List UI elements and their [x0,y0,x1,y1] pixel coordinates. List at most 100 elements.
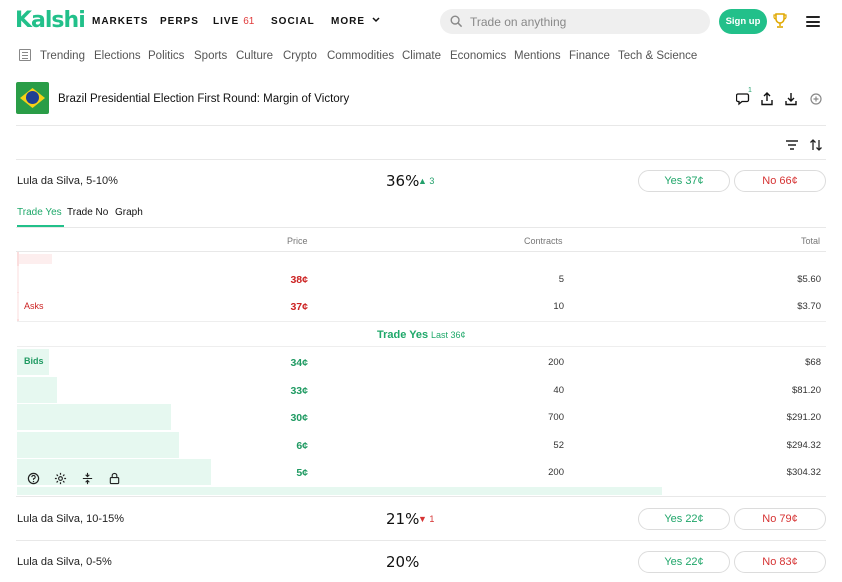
bid-row[interactable]: 5¢ 200 $304.32 [17,459,826,485]
bid-row[interactable]: 6¢ 52 $294.32 [17,431,826,458]
outcome-name: Lula da Silva, 10-15% [17,513,125,525]
buy-no-button[interactable]: No 79¢ [734,508,826,530]
outcome-percent: 21% [386,510,420,528]
chevron-down-icon [372,17,380,23]
tab-graph[interactable]: Graph [115,207,143,218]
change-indicator: ▲ 3 [418,176,435,186]
buy-no-button[interactable]: No 83¢ [734,551,826,573]
settings-gear-icon[interactable] [54,472,67,485]
buy-yes-button[interactable]: Yes 37¢ [638,170,730,192]
market-title: Brazil Presidential Election First Round… [58,93,350,105]
ask-price: 37¢ [290,301,308,313]
column-header-price: Price [287,236,308,246]
buy-yes-button[interactable]: Yes 22¢ [638,508,730,530]
clipped-ask-row [17,254,826,264]
bids-label: Bids [24,356,44,366]
nav-more[interactable]: MORE [331,16,380,27]
search-icon [450,15,463,28]
bid-contracts: 200 [548,467,564,478]
lock-icon[interactable] [108,472,121,485]
download-icon[interactable] [784,92,798,106]
category-culture[interactable]: Culture [236,50,273,62]
column-header-contracts: Contracts [524,236,563,246]
share-icon[interactable] [760,92,774,106]
depth-bar [17,266,19,292]
outcome-row[interactable]: Lula da Silva, 10-15% 21% ▼ 1 Yes 22¢ No… [0,498,842,538]
depth-bar [17,293,19,319]
search-input[interactable]: Trade on anything [440,9,710,34]
bid-contracts: 200 [548,357,564,368]
ask-row[interactable]: 37¢ 10 $3.70 [17,293,826,319]
bid-row[interactable]: 33¢ 40 $81.20 [17,376,826,403]
spread-trade-label: Trade Yes [377,329,429,341]
bid-price: 34¢ [290,357,308,369]
last-price: Last 36¢ [431,330,466,340]
list-icon[interactable] [19,49,31,61]
header-divider [16,125,826,126]
help-icon[interactable] [27,472,40,485]
kalshi-logo[interactable]: Kalshi [15,8,86,33]
menu-icon[interactable] [806,16,820,27]
bid-total: $68 [805,357,821,368]
category-economics[interactable]: Economics [450,50,506,62]
change-value: 3 [429,176,435,186]
asks-label: Asks [24,301,44,311]
sort-arrows-icon[interactable] [809,138,823,152]
comment-count: 1 [748,87,752,94]
bid-total: $294.32 [786,439,821,451]
compress-icon[interactable] [81,472,94,485]
outcome-name: Lula da Silva, 5-10% [17,175,118,187]
ask-total: $3.70 [797,301,821,312]
nav-social[interactable]: SOCIAL [271,16,315,27]
ask-price: 38¢ [290,274,308,286]
category-elections[interactable]: Elections [94,50,141,62]
sign-up-button[interactable]: Sign up [719,9,767,34]
category-commodities[interactable]: Commodities [327,50,394,62]
bid-row[interactable]: 34¢ 200 $68 [17,349,826,375]
ask-total: $5.60 [797,274,821,285]
bid-row[interactable]: 30¢ 700 $291.20 [17,404,826,430]
category-climate[interactable]: Climate [402,50,441,62]
category-sports[interactable]: Sports [194,50,227,62]
add-circle-icon[interactable] [809,92,823,106]
category-tech-science[interactable]: Tech & Science [618,50,697,62]
bid-total: $304.32 [786,467,821,478]
bid-total: $81.20 [791,384,821,396]
outcome-percent: 20% [386,553,420,571]
top-navigation-bar: Kalshi MARKETS PERPS LIVE 61 SOCIAL MORE … [0,0,842,42]
category-trending[interactable]: Trending [40,50,85,62]
ask-row[interactable]: 38¢ 5 $5.60 [17,266,826,292]
depth-bar [17,431,179,458]
tab-trade-yes[interactable]: Trade Yes [17,207,64,227]
depth-bar [17,376,57,403]
tab-trade-no[interactable]: Trade No [67,207,108,218]
search-placeholder: Trade on anything [470,15,567,29]
column-header-total: Total [801,236,821,246]
brazil-flag-icon [16,82,49,114]
bid-total: $291.20 [786,412,821,423]
market-header: Brazil Presidential Election First Round… [16,82,826,116]
category-crypto[interactable]: Crypto [283,50,317,62]
nav-live[interactable]: LIVE 61 [213,16,254,27]
buy-no-button[interactable]: No 66¢ [734,170,826,192]
spread-row: Trade Yes Last 36¢ [17,321,826,347]
comment-icon[interactable] [736,92,750,106]
bid-price: 30¢ [290,412,308,424]
depth-bar [17,404,171,430]
outcome-row[interactable]: Lula da Silva, 0-5% 20% Yes 22¢ No 83¢ [0,542,842,582]
trophy-icon[interactable] [773,13,787,29]
bid-contracts: 40 [553,384,564,396]
bid-price: 5¢ [296,467,308,479]
nav-perps[interactable]: PERPS [160,16,199,27]
buy-yes-button[interactable]: Yes 22¢ [638,551,730,573]
category-finance[interactable]: Finance [569,50,610,62]
category-politics[interactable]: Politics [148,50,184,62]
change-indicator: ▼ 1 [418,514,435,524]
outcome-row[interactable]: Lula da Silva, 5-10% 36% ▲ 3 Yes 37¢ No … [0,162,842,202]
nav-live-label: LIVE [213,16,240,27]
nav-markets[interactable]: MARKETS [92,16,148,27]
change-value: 1 [429,514,435,524]
filter-lines-icon[interactable] [785,138,799,152]
category-mentions[interactable]: Mentions [514,50,561,62]
tabs-divider [16,227,826,228]
